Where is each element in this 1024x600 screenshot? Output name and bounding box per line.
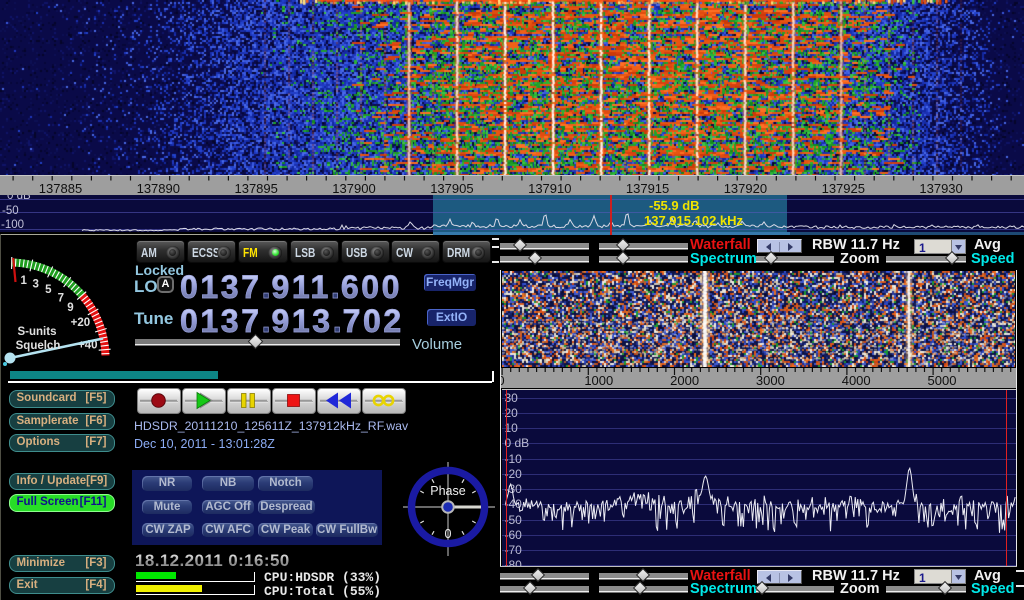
svg-text:5: 5	[45, 284, 52, 296]
svg-text:+20: +20	[71, 317, 91, 329]
svg-text:3: 3	[32, 278, 38, 290]
svg-text:Squelch: Squelch	[16, 340, 61, 352]
svg-text:7: 7	[58, 293, 64, 305]
svg-text:1: 1	[20, 275, 27, 287]
svg-text:9: 9	[67, 302, 73, 314]
svg-text:Phase: Phase	[430, 484, 465, 498]
svg-text:0: 0	[445, 527, 452, 541]
svg-text:S-units: S-units	[18, 326, 57, 338]
